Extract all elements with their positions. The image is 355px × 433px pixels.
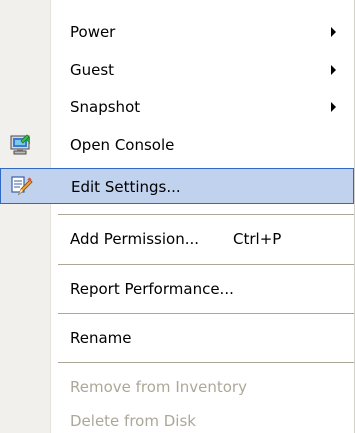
menu-separator xyxy=(58,313,354,314)
menu-item-delete-from-disk: Delete from Disk xyxy=(0,403,354,433)
menu-item-label: Rename xyxy=(70,329,132,347)
menu-item-power[interactable]: Power xyxy=(0,14,354,50)
submenu-arrow-icon xyxy=(331,27,336,37)
menu-separator xyxy=(58,362,354,363)
edit-settings-icon xyxy=(11,175,33,197)
menu-item-rename[interactable]: Rename xyxy=(0,320,354,356)
menu-item-label: Edit Settings... xyxy=(71,178,181,196)
menu-item-label: Power xyxy=(70,23,116,41)
menu-item-guest[interactable]: Guest xyxy=(0,52,354,88)
menu-item-label: Remove from Inventory xyxy=(70,378,247,396)
menu-item-edit-settings[interactable]: Edit Settings... xyxy=(0,168,354,204)
menu-item-label: Open Console xyxy=(70,136,175,154)
menu-item-shortcut: Ctrl+P xyxy=(233,230,282,248)
console-icon xyxy=(10,134,32,156)
menu-item-add-permission[interactable]: Add Permission... Ctrl+P xyxy=(0,221,354,257)
menu-item-remove-from-inventory: Remove from Inventory xyxy=(0,369,354,405)
menu-item-label: Report Performance... xyxy=(70,280,234,298)
submenu-arrow-icon xyxy=(331,65,336,75)
menu-item-snapshot[interactable]: Snapshot xyxy=(0,89,354,125)
submenu-arrow-icon xyxy=(331,102,336,112)
menu-separator xyxy=(58,214,354,215)
menu-separator xyxy=(58,264,354,265)
menu-item-label: Delete from Disk xyxy=(70,412,196,430)
menu-item-label: Add Permission... xyxy=(70,230,200,248)
menu-item-label: Guest xyxy=(70,61,115,79)
menu-item-open-console[interactable]: Open Console xyxy=(0,127,354,163)
menu-item-report-performance[interactable]: Report Performance... xyxy=(0,271,354,307)
menu-item-label: Snapshot xyxy=(70,98,141,116)
context-menu: Power Guest Snapshot Open Console Edit S… xyxy=(0,0,355,433)
